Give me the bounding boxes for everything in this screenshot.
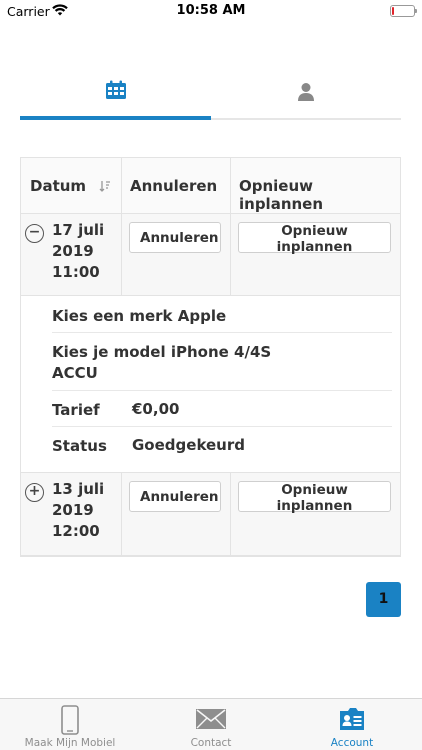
cancel-button[interactable]: Annuleren xyxy=(129,222,221,253)
envelope-icon xyxy=(196,709,226,729)
detail-model: Kies je model iPhone 4/4S ACCU xyxy=(52,342,271,384)
detail-tarief-label: Tarief xyxy=(52,401,100,419)
detail-brand: Kies een merk Apple xyxy=(52,307,227,325)
tab-contact[interactable]: Contact xyxy=(141,699,281,750)
appointment-time: 12:00 xyxy=(52,522,100,540)
appointment-date: 13 juli xyxy=(52,480,105,498)
tab-label: Maak Mijn Mobiel xyxy=(24,737,116,749)
detail-model-line: Kies je model iPhone 4/4S xyxy=(52,343,272,361)
header-annuleren: Annuleren xyxy=(130,177,218,195)
appointment-year: 2019 xyxy=(52,242,94,260)
appointment-datetime: 13 juli 2019 12:00 xyxy=(52,479,122,542)
sort-icon[interactable] xyxy=(99,180,111,192)
table-row: − 17 juli 2019 11:00 Annuleren Opnieuw i… xyxy=(21,214,400,296)
reschedule-button[interactable]: Opnieuw inplannen xyxy=(238,222,391,255)
detail-model-line: ACCU xyxy=(52,364,98,382)
detail-tarief-value: €0,00 xyxy=(132,400,180,418)
bottom-tab-bar: Maak Mijn Mobiel Contact Account xyxy=(0,698,422,750)
battery-icon xyxy=(390,5,417,17)
tab-account[interactable]: Account xyxy=(282,699,422,750)
tab-profile[interactable] xyxy=(211,74,401,120)
calendar-icon xyxy=(105,80,126,99)
view-tabs xyxy=(20,74,401,120)
table-row: + 13 juli 2019 12:00 Annuleren Opnieuw i… xyxy=(21,473,400,556)
appointment-date: 17 juli xyxy=(52,221,105,239)
user-icon xyxy=(298,83,314,101)
row-details: Kies een merk Apple Kies je model iPhone… xyxy=(21,296,400,473)
battery-level xyxy=(392,7,394,15)
header-opnieuw: Opnieuw inplannen xyxy=(239,177,324,213)
detail-status-value: Goedgekeurd xyxy=(132,436,245,454)
appointment-year: 2019 xyxy=(52,501,94,519)
page-button[interactable]: 1 xyxy=(366,582,401,617)
tab-maak-mijn-mobiel[interactable]: Maak Mijn Mobiel xyxy=(0,699,140,750)
reschedule-button[interactable]: Opnieuw inplannen xyxy=(238,481,391,514)
tab-label: Contact xyxy=(190,737,232,749)
tab-label: Account xyxy=(330,737,374,749)
clock: 10:58 AM xyxy=(176,3,246,18)
phone-icon xyxy=(61,705,79,735)
table-header: Datum Annuleren Opnieuw inplannen xyxy=(21,158,400,214)
tab-calendar[interactable] xyxy=(20,74,211,120)
appointment-datetime: 17 juli 2019 11:00 xyxy=(52,220,122,283)
expand-toggle-icon[interactable]: + xyxy=(25,483,44,502)
cancel-button[interactable]: Annuleren xyxy=(129,481,221,512)
account-card-icon xyxy=(340,708,364,730)
appointment-time: 11:00 xyxy=(52,263,100,281)
status-bar: Carrier 10:58 AM xyxy=(0,0,422,22)
collapse-toggle-icon[interactable]: − xyxy=(25,224,44,243)
appointments-table: Datum Annuleren Opnieuw inplannen − 17 j… xyxy=(20,157,401,557)
detail-status-label: Status xyxy=(52,437,107,455)
header-datum[interactable]: Datum xyxy=(30,177,86,195)
